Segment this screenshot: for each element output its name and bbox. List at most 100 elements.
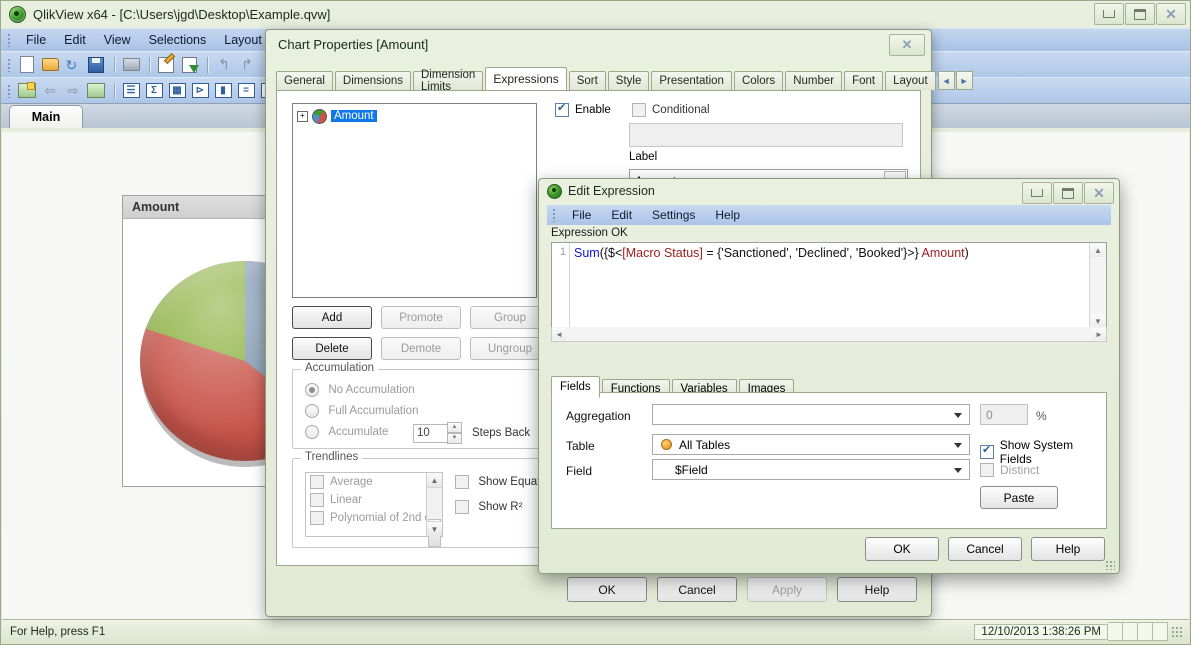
scroll-left-icon[interactable]: ◄	[552, 328, 566, 340]
minimize-button[interactable]	[1094, 3, 1124, 25]
tab-scroll-controls[interactable]: ◄ ►	[937, 71, 973, 90]
save-icon[interactable]	[86, 55, 106, 74]
close-button[interactable]: ✕	[1156, 3, 1186, 25]
radio-full-accumulation[interactable]: Full Accumulation	[305, 403, 418, 418]
chart-properties-tab-strip[interactable]: General Dimensions Dimension Limits Expr…	[276, 67, 973, 93]
menu-grip-handle[interactable]	[7, 33, 12, 47]
checkbox-icon[interactable]	[455, 499, 469, 514]
trendlines-list[interactable]: Average Linear Polynomial of 2nd d ▲ ▼	[305, 472, 443, 547]
tab-general[interactable]: General	[276, 71, 333, 90]
tab-dimensions[interactable]: Dimensions	[334, 71, 411, 90]
pivot-table-icon[interactable]: ⊳	[190, 81, 210, 100]
chart-properties-ok-button[interactable]: OK	[567, 577, 647, 602]
edit-expression-help-button[interactable]: Help	[1031, 537, 1105, 561]
expression-tree-row[interactable]: + Amount	[297, 108, 532, 124]
chart-icon[interactable]: ▮	[213, 81, 233, 100]
steps-back-value[interactable]: 10	[413, 423, 448, 443]
tab-scroll-right-icon[interactable]: ►	[955, 71, 973, 90]
tab-layout[interactable]: Layout	[885, 71, 936, 90]
minimize-button[interactable]	[1022, 182, 1052, 204]
chart-properties-close-button[interactable]: ✕	[889, 34, 925, 56]
expression-tree-label[interactable]: Amount	[331, 110, 377, 122]
percent-input[interactable]: 0	[980, 404, 1028, 425]
promote-expression-button[interactable]: Promote	[381, 306, 461, 329]
list-item[interactable]: Polynomial of 2nd d	[306, 509, 442, 527]
delete-expression-button[interactable]: Delete	[292, 337, 372, 360]
table-select[interactable]: All Tables	[652, 434, 970, 455]
show-system-fields-checkbox[interactable]: Show System Fields	[980, 438, 1106, 466]
editor-horizontal-scrollbar[interactable]: ◄ ►	[551, 327, 1107, 342]
toolbar-grip-handle[interactable]	[7, 57, 12, 72]
expression-code-text[interactable]: Sum({$<[Macro Status] = {'Sanctioned', '…	[570, 243, 1089, 328]
list-box-icon[interactable]: ☰	[121, 81, 141, 100]
scroll-down-icon[interactable]: ▼	[427, 521, 442, 536]
tab-font[interactable]: Font	[844, 71, 884, 90]
chart-properties-help-button[interactable]: Help	[837, 577, 917, 602]
pie-chart-object[interactable]: Amount	[122, 195, 284, 487]
checkbox-icon[interactable]	[980, 443, 994, 459]
edit-expression-menu-bar[interactable]: File Edit Settings Help	[547, 205, 1111, 225]
edit-expression-ok-button[interactable]: OK	[865, 537, 939, 561]
add-expression-button[interactable]: Add	[292, 306, 372, 329]
distinct-checkbox[interactable]: Distinct	[980, 463, 1039, 477]
scroll-up-icon[interactable]: ▲	[1090, 243, 1106, 257]
edit-expression-cancel-button[interactable]: Cancel	[948, 537, 1022, 561]
ee-menu-file[interactable]: File	[562, 207, 601, 223]
expand-icon[interactable]: +	[297, 110, 308, 122]
stepper-down-icon[interactable]: ▼	[447, 433, 462, 444]
list-item[interactable]: Linear	[306, 491, 442, 509]
new-document-icon[interactable]	[17, 55, 37, 74]
steps-back-stepper[interactable]: 10 ▲ ▼ Steps Back	[413, 422, 530, 444]
close-button[interactable]: ✕	[1084, 182, 1114, 204]
sheet-properties-icon[interactable]	[86, 81, 106, 100]
tab-style[interactable]: Style	[607, 71, 650, 90]
toolbar-grip-handle[interactable]	[7, 83, 12, 98]
expression-editor[interactable]: 1 Sum({$<[Macro Status] = {'Sanctioned',…	[551, 242, 1107, 329]
paste-button[interactable]: Paste	[980, 486, 1058, 509]
edit-expression-window-controls[interactable]: ✕	[1022, 182, 1114, 204]
show-r2-checkbox[interactable]: Show R²	[455, 499, 522, 514]
redo-icon[interactable]: ↱	[237, 55, 257, 74]
chart-properties-cancel-button[interactable]: Cancel	[657, 577, 737, 602]
menu-view[interactable]: View	[95, 31, 140, 49]
expression-list[interactable]: + Amount	[292, 103, 537, 298]
tab-number[interactable]: Number	[785, 71, 843, 90]
tab-presentation[interactable]: Presentation	[651, 71, 732, 90]
checkbox-icon[interactable]	[310, 511, 324, 525]
chart-properties-apply-button[interactable]: Apply	[747, 577, 827, 602]
aggregation-select[interactable]	[652, 404, 970, 425]
restore-button[interactable]	[1125, 3, 1155, 25]
list-item[interactable]: Average	[306, 473, 442, 491]
new-sheet-icon[interactable]	[17, 81, 37, 100]
editor-vertical-scrollbar[interactable]: ▲ ▼	[1089, 243, 1106, 328]
previous-sheet-icon[interactable]: ⇦	[40, 81, 60, 100]
scroll-down-icon[interactable]: ▼	[1090, 314, 1106, 328]
checkbox-icon[interactable]	[455, 474, 469, 489]
enable-checkbox[interactable]: Enable	[555, 101, 611, 117]
checkbox-icon[interactable]	[310, 475, 324, 489]
table-box-icon[interactable]: ▦	[167, 81, 187, 100]
scroll-right-icon[interactable]: ►	[1092, 328, 1106, 340]
radio-no-accumulation[interactable]: No Accumulation	[305, 382, 415, 397]
main-window-controls[interactable]: ✕	[1094, 3, 1186, 25]
checkbox-icon[interactable]	[980, 463, 994, 477]
menu-edit[interactable]: Edit	[55, 31, 95, 49]
tab-fields[interactable]: Fields	[551, 376, 600, 398]
stepper-up-icon[interactable]: ▲	[447, 422, 462, 433]
tab-scroll-left-icon[interactable]: ◄	[937, 71, 955, 90]
field-select[interactable]: $Field	[652, 459, 970, 480]
open-folder-icon[interactable]	[40, 55, 60, 74]
reload-icon[interactable]: ↻	[63, 55, 83, 74]
menu-file[interactable]: File	[17, 31, 55, 49]
print-icon[interactable]	[121, 55, 141, 74]
tab-sort[interactable]: Sort	[568, 71, 606, 90]
conditional-input[interactable]	[629, 123, 903, 147]
demote-expression-button[interactable]: Demote	[381, 337, 461, 360]
menu-selections[interactable]: Selections	[140, 31, 216, 49]
ee-menu-help[interactable]: Help	[705, 207, 750, 223]
checkbox-icon[interactable]	[310, 493, 324, 507]
tab-dimension-limits[interactable]: Dimension Limits	[413, 69, 484, 93]
ee-menu-edit[interactable]: Edit	[601, 207, 642, 223]
pie-chart-area[interactable]	[123, 219, 283, 484]
pie-chart-graphic[interactable]	[140, 261, 283, 461]
